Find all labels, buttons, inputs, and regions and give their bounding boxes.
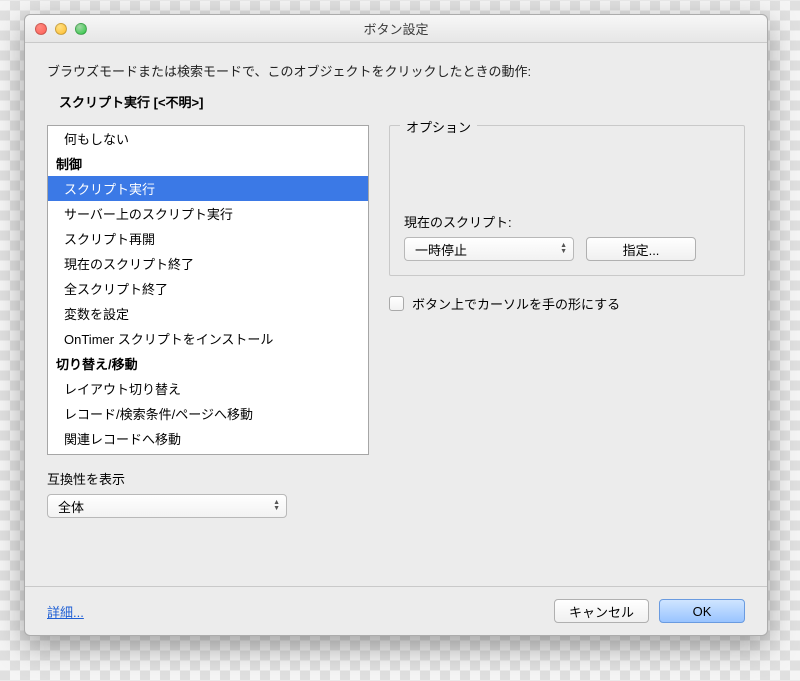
options-fieldset: オプション 現在のスクリプト: 一時停止 ▲▼ 指定...	[389, 125, 745, 276]
list-item[interactable]: スクリプト再開	[48, 226, 368, 251]
list-item[interactable]: 変数を設定	[48, 301, 368, 326]
right-column: オプション 現在のスクリプト: 一時停止 ▲▼ 指定...	[389, 125, 745, 572]
left-column: 何もしない制御スクリプト実行サーバー上のスクリプト実行スクリプト再開現在のスクリ…	[47, 125, 369, 572]
titlebar[interactable]: ボタン設定	[25, 15, 767, 43]
list-category: 制御	[48, 151, 368, 176]
hand-cursor-row[interactable]: ボタン上でカーソルを手の形にする	[389, 294, 745, 313]
details-link[interactable]: 詳細...	[47, 602, 84, 621]
options-legend: オプション	[400, 117, 477, 136]
list-item[interactable]: ポータル内の行へ移動	[48, 451, 368, 455]
window-title: ボタン設定	[25, 19, 767, 38]
list-item[interactable]: 現在のスクリプト終了	[48, 251, 368, 276]
list-item[interactable]: レイアウト切り替え	[48, 376, 368, 401]
updown-arrows-icon: ▲▼	[273, 500, 280, 512]
cancel-button[interactable]: キャンセル	[554, 599, 649, 623]
list-item[interactable]: 関連レコードへ移動	[48, 426, 368, 451]
hand-cursor-label: ボタン上でカーソルを手の形にする	[412, 294, 620, 313]
list-item[interactable]: スクリプト実行	[48, 176, 368, 201]
action-listbox[interactable]: 何もしない制御スクリプト実行サーバー上のスクリプト実行スクリプト再開現在のスクリ…	[47, 125, 369, 455]
ok-button[interactable]: OK	[659, 599, 745, 623]
selected-action-display: スクリプト実行 [<不明>]	[59, 92, 745, 111]
current-script-select[interactable]: 一時停止 ▲▼	[404, 237, 574, 261]
dialog-window: ボタン設定 ブラウズモードまたは検索モードで、このオブジェクトをクリックしたとき…	[24, 14, 768, 636]
compatibility-label: 互換性を表示	[47, 469, 369, 488]
prompt-text: ブラウズモードまたは検索モードで、このオブジェクトをクリックしたときの動作:	[47, 61, 745, 80]
list-category: 切り替え/移動	[48, 351, 368, 376]
list-item[interactable]: 何もしない	[48, 126, 368, 151]
specify-button[interactable]: 指定...	[586, 237, 696, 261]
current-script-label: 現在のスクリプト:	[404, 212, 730, 231]
updown-arrows-icon: ▲▼	[560, 243, 567, 255]
current-script-value: 一時停止	[415, 240, 467, 259]
list-item[interactable]: 全スクリプト終了	[48, 276, 368, 301]
hand-cursor-checkbox[interactable]	[389, 296, 404, 311]
footer: 詳細... キャンセル OK	[25, 586, 767, 635]
list-item[interactable]: サーバー上のスクリプト実行	[48, 201, 368, 226]
compatibility-value: 全体	[58, 497, 84, 516]
list-item[interactable]: レコード/検索条件/ページへ移動	[48, 401, 368, 426]
main-row: 何もしない制御スクリプト実行サーバー上のスクリプト実行スクリプト再開現在のスクリ…	[47, 125, 745, 572]
compatibility-select[interactable]: 全体 ▲▼	[47, 494, 287, 518]
content-area: ブラウズモードまたは検索モードで、このオブジェクトをクリックしたときの動作: ス…	[25, 43, 767, 586]
list-item[interactable]: OnTimer スクリプトをインストール	[48, 326, 368, 351]
